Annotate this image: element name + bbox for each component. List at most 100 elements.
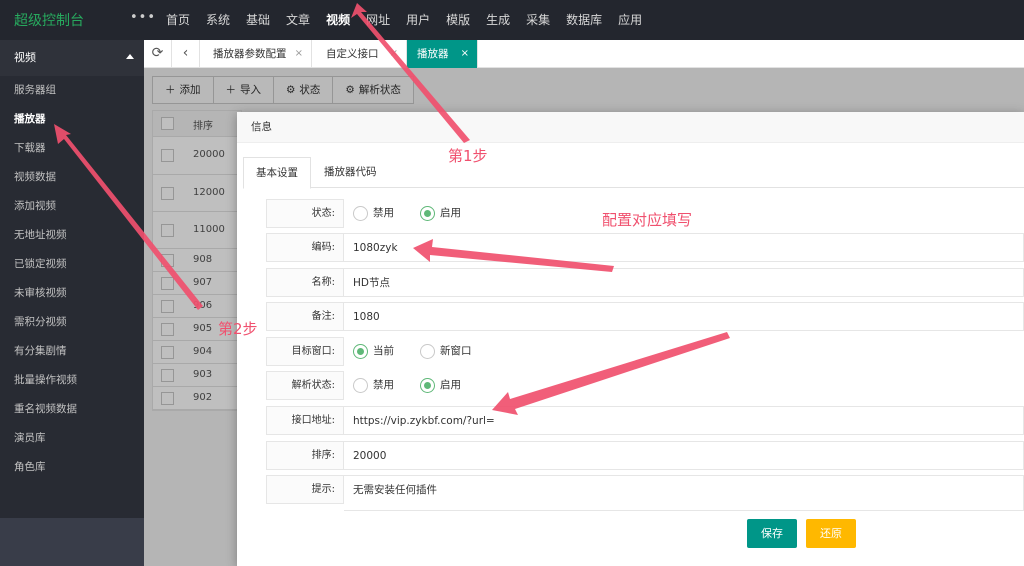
radio-label: 当前 (373, 345, 394, 357)
target-window-label: 目标窗口: (266, 337, 344, 366)
sidebar-item-episode-plot[interactable]: 有分集剧情 (0, 337, 144, 366)
sidebar-header[interactable]: 视频 (0, 40, 144, 76)
code-row: 编码: 1080zyk (266, 233, 1024, 262)
topnav-generate[interactable]: 生成 (478, 0, 518, 40)
close-icon[interactable]: × (461, 40, 469, 68)
tab-label: 播放器参数配置 (213, 48, 287, 60)
status-label: 状态: (266, 199, 344, 228)
tab-basic-settings[interactable]: 基本设置 (243, 157, 311, 189)
sidebar-item-no-url-video[interactable]: 无地址视频 (0, 221, 144, 250)
topnav-basic[interactable]: 基础 (238, 0, 278, 40)
tab-label: 自定义接口 (326, 48, 379, 60)
tab-custom-api[interactable]: 自定义接口 × (316, 40, 407, 68)
topnav-template[interactable]: 模版 (438, 0, 478, 40)
sidebar-item-points-video[interactable]: 需积分视频 (0, 308, 144, 337)
name-row: 名称: HD节点 (266, 268, 1024, 297)
top-nav: 首页 系统 基础 文章 视频 网址 用户 模版 生成 采集 数据库 应用 (158, 0, 650, 40)
api-url-label: 接口地址: (266, 406, 344, 435)
tab-label: 播放器 (417, 48, 449, 60)
close-icon[interactable]: × (295, 40, 303, 68)
remark-row: 备注: 1080 (266, 302, 1024, 331)
topnav-system[interactable]: 系统 (198, 0, 238, 40)
sidebar-item-batch-ops[interactable]: 批量操作视频 (0, 366, 144, 395)
sort-label: 排序: (266, 441, 344, 470)
sidebar-header-label: 视频 (14, 51, 36, 64)
code-input[interactable]: 1080zyk (344, 233, 1024, 262)
radio-checked-icon (420, 206, 435, 221)
radio-label: 禁用 (373, 379, 394, 391)
status-enable-radio[interactable]: 启用 (420, 206, 461, 221)
topnav-user[interactable]: 用户 (398, 0, 438, 40)
info-dialog: 信息 基本设置 播放器代码 状态: 禁用 启用 编码: 1080zyk 名称: … (237, 112, 1024, 566)
radio-icon (353, 378, 368, 393)
dialog-tabs: 基本设置 播放器代码 (243, 157, 1024, 189)
close-icon[interactable]: × (390, 40, 398, 68)
sidebar-item-unreviewed-video[interactable]: 未审核视频 (0, 279, 144, 308)
sidebar-item-roles[interactable]: 角色库 (0, 453, 144, 482)
sort-input[interactable]: 20000 (344, 441, 1024, 470)
name-label: 名称: (266, 268, 344, 297)
radio-label: 新窗口 (440, 345, 472, 357)
target-current-radio[interactable]: 当前 (353, 344, 394, 359)
sidebar-item-actors[interactable]: 演员库 (0, 424, 144, 453)
sort-row: 排序: 20000 (266, 441, 1024, 470)
sidebar-item-duplicate-data[interactable]: 重名视频数据 (0, 395, 144, 424)
topnav-home[interactable]: 首页 (158, 0, 198, 40)
sidebar: 视频 服务器组 播放器 下载器 视频数据 添加视频 无地址视频 已锁定视频 未审… (0, 40, 144, 566)
parse-status-radio-group: 禁用 启用 (344, 371, 1024, 400)
tab-player[interactable]: 播放器 × (407, 40, 478, 68)
annotation-fill-config: 配置对应填写 (602, 211, 693, 229)
brand-title[interactable]: 超级控制台 (14, 10, 84, 30)
sidebar-menu: 服务器组 播放器 下载器 视频数据 添加视频 无地址视频 已锁定视频 未审核视频… (0, 76, 144, 518)
radio-label: 禁用 (373, 207, 394, 219)
radio-checked-icon (353, 344, 368, 359)
caret-up-icon (126, 54, 134, 59)
api-url-row: 接口地址: https://vip.zykbf.com/?url= (266, 406, 1024, 435)
target-window-row: 目标窗口: 当前 新窗口 (266, 337, 1024, 366)
topnav-database[interactable]: 数据库 (558, 0, 610, 40)
topnav-collect[interactable]: 采集 (518, 0, 558, 40)
chevron-left-icon[interactable]: ‹ (172, 40, 200, 68)
remark-label: 备注: (266, 302, 344, 331)
sidebar-item-server-group[interactable]: 服务器组 (0, 76, 144, 105)
target-new-window-radio[interactable]: 新窗口 (420, 344, 472, 359)
remark-input[interactable]: 1080 (344, 302, 1024, 331)
tab-player-code[interactable]: 播放器代码 (312, 157, 389, 188)
parse-disable-radio[interactable]: 禁用 (353, 378, 394, 393)
annotation-step1: 第1步 (448, 147, 488, 165)
tab-player-params[interactable]: 播放器参数配置 × (203, 40, 312, 68)
api-url-input[interactable]: https://vip.zykbf.com/?url= (344, 406, 1024, 435)
sidebar-item-locked-video[interactable]: 已锁定视频 (0, 250, 144, 279)
parse-status-row: 解析状态: 禁用 启用 (266, 371, 1024, 400)
sidebar-item-downloader[interactable]: 下载器 (0, 134, 144, 163)
topnav-article[interactable]: 文章 (278, 0, 318, 40)
radio-icon (420, 344, 435, 359)
radio-checked-icon (420, 378, 435, 393)
topnav-video[interactable]: 视频 (318, 0, 358, 40)
parse-enable-radio[interactable]: 启用 (420, 378, 461, 393)
refresh-icon[interactable]: ⟳ (144, 40, 172, 68)
tip-row: 提示: 无需安装任何插件 (266, 475, 1024, 511)
save-button[interactable]: 保存 (747, 519, 797, 548)
radio-icon (353, 206, 368, 221)
status-disable-radio[interactable]: 禁用 (353, 206, 394, 221)
top-bar: 超级控制台 ••• 首页 系统 基础 文章 视频 网址 用户 模版 生成 采集 … (0, 0, 1024, 40)
tab-strip: ⟳ ‹ 播放器参数配置 × 自定义接口 × 播放器 × (144, 40, 1024, 68)
code-label: 编码: (266, 233, 344, 262)
more-menu-icon[interactable]: ••• (130, 10, 156, 25)
topnav-website[interactable]: 网址 (358, 0, 398, 40)
parse-status-label: 解析状态: (266, 371, 344, 400)
radio-label: 启用 (440, 379, 461, 391)
target-window-radio-group: 当前 新窗口 (344, 337, 1024, 366)
radio-label: 启用 (440, 207, 461, 219)
tip-label: 提示: (266, 475, 344, 504)
sidebar-item-add-video[interactable]: 添加视频 (0, 192, 144, 221)
topnav-apps[interactable]: 应用 (610, 0, 650, 40)
annotation-step2: 第2步 (218, 320, 258, 338)
name-input[interactable]: HD节点 (344, 268, 1024, 297)
sidebar-item-player[interactable]: 播放器 (0, 105, 144, 134)
sidebar-item-video-data[interactable]: 视频数据 (0, 163, 144, 192)
tip-textarea[interactable]: 无需安装任何插件 (344, 475, 1024, 511)
reset-button[interactable]: 还原 (806, 519, 856, 548)
dialog-title: 信息 (237, 112, 1024, 143)
